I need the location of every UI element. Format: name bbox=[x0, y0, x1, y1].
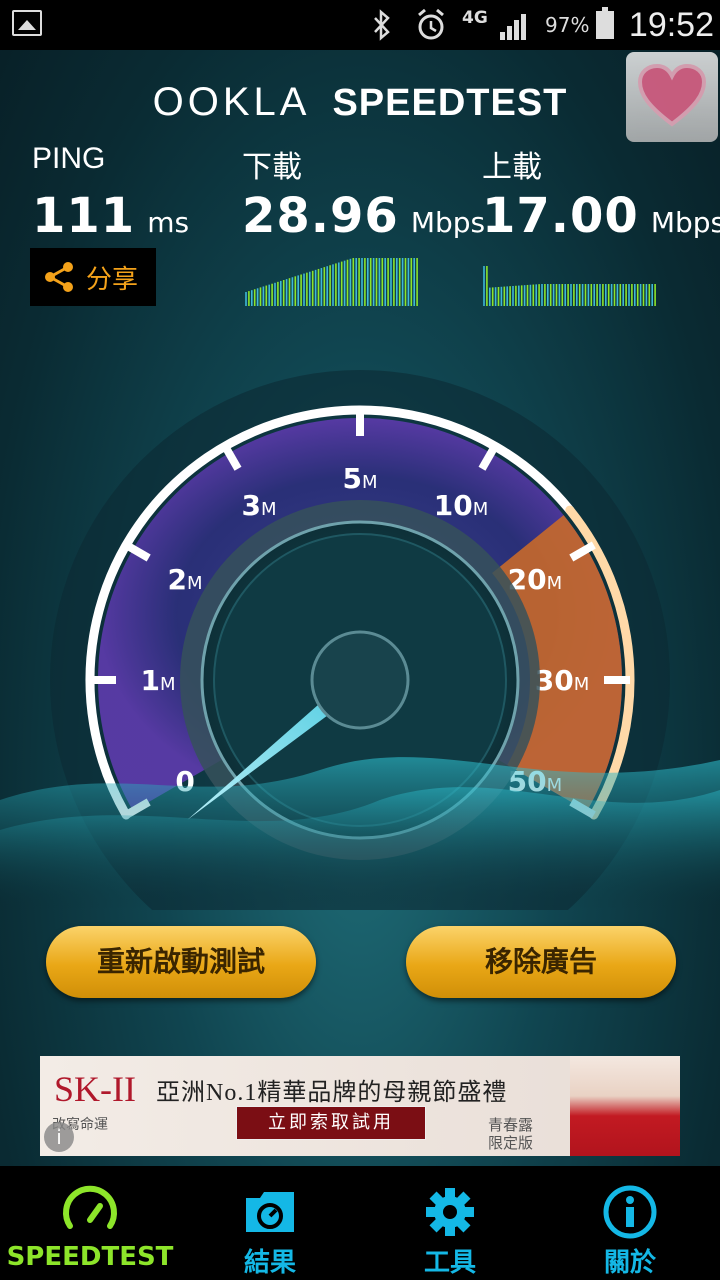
ad-brand: SK-II bbox=[54, 1069, 136, 1109]
ping-value: 111 bbox=[32, 188, 136, 244]
nav-label: 結果 bbox=[243, 1248, 296, 1278]
logo-product: SPEEDTEST bbox=[332, 82, 568, 124]
upload-label: 上載 bbox=[482, 151, 542, 184]
download-label: 下載 bbox=[242, 151, 302, 184]
bottom-nav: SPEEDTEST 結果 工具 關於 bbox=[0, 1166, 720, 1280]
nav-tools[interactable]: 工具 bbox=[360, 1166, 540, 1280]
speedometer-icon bbox=[63, 1185, 117, 1229]
upload-unit: Mbps bbox=[650, 206, 720, 239]
gear-icon bbox=[426, 1188, 474, 1236]
ad-subtext: 青春露 限定版 bbox=[488, 1116, 533, 1152]
nav-results[interactable]: 結果 bbox=[180, 1166, 360, 1280]
battery-percent: 97% bbox=[545, 13, 590, 37]
image-icon bbox=[12, 10, 42, 36]
ad-banner[interactable]: SK-II 改寫命運 亞洲No.1精華品牌的母親節盛禮 立即索取試用 青春露 限… bbox=[40, 1056, 680, 1156]
ping-label: PING bbox=[32, 142, 106, 175]
nav-about[interactable]: 關於 bbox=[540, 1166, 720, 1280]
ad-info-icon[interactable]: i bbox=[44, 1122, 74, 1152]
upload-sparkline bbox=[483, 266, 656, 306]
ad-sub-line2: 限定版 bbox=[488, 1134, 534, 1152]
share-button[interactable]: 分享 bbox=[30, 248, 156, 306]
ad-headline: 亞洲No.1精華品牌的母親節盛禮 bbox=[156, 1080, 508, 1106]
upload-value: 17.00 bbox=[482, 188, 639, 244]
upload-result: 17.00 Mbps bbox=[482, 188, 720, 244]
ad-cta-button[interactable]: 立即索取試用 bbox=[236, 1106, 426, 1140]
gauge-hub bbox=[310, 630, 410, 730]
ad-model-image bbox=[570, 1056, 680, 1156]
logo-brand: OOKLA bbox=[152, 80, 311, 124]
ping-result: 111 ms bbox=[32, 188, 189, 244]
share-label: 分享 bbox=[86, 264, 139, 295]
results-icon bbox=[246, 1192, 294, 1232]
heart-widget-icon[interactable] bbox=[626, 52, 718, 142]
download-value: 28.96 bbox=[242, 188, 399, 244]
download-sparkline bbox=[245, 258, 418, 306]
nav-speedtest[interactable]: SPEEDTEST bbox=[0, 1166, 180, 1280]
speed-gauge: 01M2M3M5M10M20M30M50M bbox=[0, 370, 720, 910]
signal-icon bbox=[500, 12, 534, 40]
bluetooth-icon bbox=[370, 0, 394, 50]
download-result: 28.96 Mbps bbox=[242, 188, 485, 244]
ad-sub-line1: 青春露 bbox=[488, 1116, 534, 1134]
ping-unit: ms bbox=[147, 206, 190, 239]
alarm-icon bbox=[414, 0, 448, 50]
network-type: 4G bbox=[462, 8, 488, 28]
info-icon bbox=[603, 1185, 657, 1239]
restart-test-button[interactable]: 重新啟動測試 bbox=[46, 926, 316, 998]
share-icon bbox=[45, 262, 73, 292]
remove-ads-button[interactable]: 移除廣告 bbox=[406, 926, 676, 998]
download-unit: Mbps bbox=[410, 206, 486, 239]
app-logo: OOKLA SPEEDTEST bbox=[0, 80, 720, 125]
nav-label: 工具 bbox=[423, 1248, 476, 1278]
battery-icon bbox=[596, 7, 614, 39]
nav-label: 關於 bbox=[603, 1248, 656, 1278]
clock: 19:52 bbox=[628, 6, 714, 44]
nav-label: SPEEDTEST bbox=[6, 1242, 174, 1272]
status-bar: 4G 97% 19:52 bbox=[0, 0, 720, 50]
